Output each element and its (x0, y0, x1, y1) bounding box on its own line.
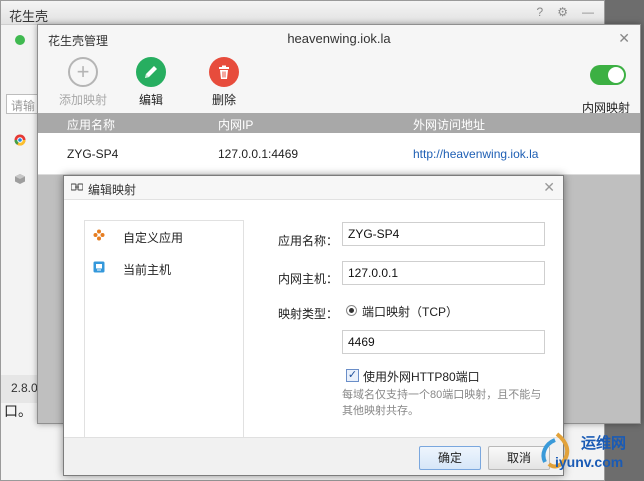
port-mapping-radio[interactable] (346, 305, 357, 316)
background-titlebar-icons: ? ⚙ — (537, 5, 594, 19)
use-http80-label: 使用外网HTTP80端口 (363, 370, 480, 384)
dialog-body: 自定义应用 当前主机 应用名称： ZYG-SP4 内网主机： 127.0.0.1… (64, 200, 563, 440)
link-icon (71, 183, 83, 191)
app-name-field[interactable]: ZYG-SP4 (342, 222, 545, 246)
row-internal-ip: 127.0.0.1:4469 (218, 147, 299, 161)
add-mapping-button[interactable]: + 添加映射 (48, 57, 118, 108)
domain-title: heavenwing.iok.la (287, 31, 391, 46)
use-http80-checkbox[interactable]: ✓ (346, 369, 359, 382)
package-icon (15, 174, 25, 184)
background-edge-text: 口。 (4, 403, 32, 419)
minimize-icon[interactable]: — (582, 5, 594, 19)
pencil-icon (136, 57, 166, 87)
ok-button[interactable]: 确定 (419, 446, 481, 470)
table-row[interactable]: ZYG-SP4 127.0.0.1:4469 http://heavenwing… (38, 133, 640, 175)
list-item-label: 自定义应用 (123, 231, 184, 245)
dialog-footer: 确定 取消 (64, 437, 563, 475)
host-label: 内网主机： (277, 272, 338, 286)
port-field[interactable]: 4469 (342, 330, 545, 354)
monitor-icon (93, 261, 105, 273)
plus-icon: + (68, 57, 98, 87)
manager-titlebar: 花生壳管理 heavenwing.iok.la ✕ (38, 25, 640, 53)
list-item-current-host[interactable]: 当前主机 (93, 259, 233, 279)
mapping-type-label: 映射类型： (277, 307, 338, 321)
delete-mapping-label: 删除 (211, 93, 236, 107)
edit-mapping-button[interactable]: 编辑 (116, 57, 186, 108)
column-external-url: 外网访问地址 (413, 118, 486, 132)
help-icon[interactable]: ? (537, 5, 544, 19)
column-internal-ip: 内网IP (218, 118, 254, 132)
mapping-table-header: 应用名称 内网IP 外网访问地址 (38, 113, 640, 133)
delete-mapping-button[interactable]: 删除 (189, 57, 259, 108)
watermark-line2: iyunv.com (555, 454, 624, 470)
background-app-title: 花生壳 (9, 9, 49, 24)
row-external-url-link[interactable]: http://heavenwing.iok.la (413, 147, 538, 161)
edit-mapping-label: 编辑 (138, 93, 163, 107)
row-app-name: ZYG-SP4 (67, 147, 119, 161)
trash-icon (209, 57, 239, 87)
dialog-titlebar: 编辑映射 ✕ (64, 176, 563, 200)
version-text: 2.8.0 (11, 381, 38, 395)
port-mapping-radio-label: 端口映射（TCP） (362, 305, 459, 319)
http80-hint: 每域名仅支持一个80端口映射，且不能与其他映射共存。 (342, 389, 542, 417)
host-field[interactable]: 127.0.0.1 (342, 261, 545, 285)
app-type-list: 自定义应用 当前主机 (84, 220, 244, 440)
list-item-label: 当前主机 (123, 263, 172, 277)
app-name-label: 应用名称： (277, 234, 338, 248)
edit-mapping-dialog: 编辑映射 ✕ 自定义应用 当前主机 应用名称： ZYG-SP4 内网主机： 12… (63, 175, 564, 476)
gear-icon[interactable]: ⚙ (557, 5, 568, 19)
toggle-knob (608, 67, 624, 83)
site-watermark: 运维网 iyunv.com (535, 428, 641, 478)
watermark-line1: 运维网 (581, 435, 627, 452)
manager-toolbar: + 添加映射 编辑 删除 内网映射 (38, 53, 640, 115)
dialog-title: 编辑映射 (88, 183, 137, 197)
list-item-custom-app[interactable]: 自定义应用 (93, 227, 233, 247)
add-mapping-label: 添加映射 (58, 93, 107, 107)
background-titlebar: 花生壳 ? ⚙ — (1, 1, 604, 25)
close-icon[interactable]: ✕ (618, 30, 630, 47)
intranet-mapping-toggle[interactable] (590, 65, 626, 85)
puzzle-icon (93, 229, 105, 241)
chrome-icon (14, 134, 26, 146)
column-app-name: 应用名称 (67, 118, 116, 132)
online-status-icon (15, 35, 25, 45)
close-icon[interactable]: ✕ (543, 179, 555, 196)
